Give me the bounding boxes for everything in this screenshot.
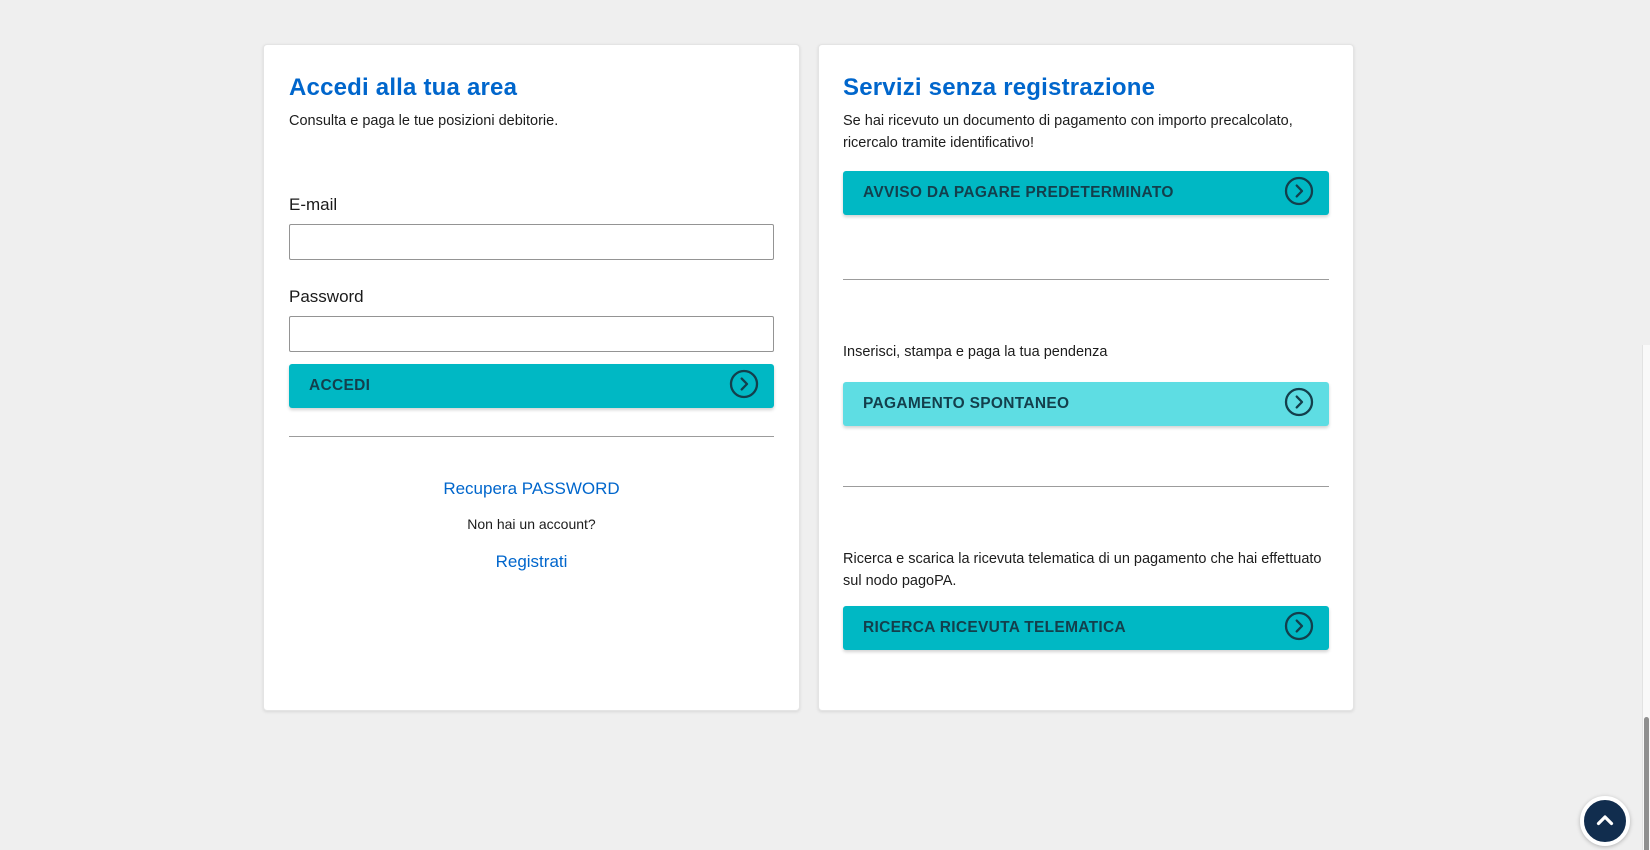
email-field[interactable] <box>289 224 774 260</box>
chevron-right-circle-icon <box>1284 611 1314 646</box>
ricerca-ricevuta-button[interactable]: RICERCA RICEVUTA TELEMATICA <box>843 606 1329 650</box>
password-field[interactable] <box>289 316 774 352</box>
password-label: Password <box>289 286 774 307</box>
login-button-label: ACCEDI <box>309 377 370 395</box>
pagamento-spontaneo-button[interactable]: PAGAMENTO SPONTANEO <box>843 382 1329 426</box>
chevron-up-icon <box>1592 808 1618 834</box>
login-card-title: Accedi alla tua area <box>289 73 774 102</box>
no-account-text: Non hai un account? <box>289 516 774 532</box>
services-divider-1 <box>843 279 1329 280</box>
register-link[interactable]: Registrati <box>496 552 568 572</box>
avviso-predeterminato-label: AVVISO DA PAGARE PREDETERMINATO <box>863 184 1174 202</box>
services-divider-2 <box>843 486 1329 487</box>
chevron-right-circle-icon <box>1284 387 1314 422</box>
services-card: Servizi senza registrazione Se hai ricev… <box>818 44 1354 711</box>
login-card-subtitle: Consulta e paga le tue posizioni debitor… <box>289 110 774 132</box>
chevron-right-circle-icon <box>729 369 759 404</box>
email-label: E-mail <box>289 194 774 215</box>
scrollbar-track[interactable] <box>1642 345 1650 850</box>
ricerca-ricevuta-label: RICERCA RICEVUTA TELEMATICA <box>863 619 1126 637</box>
service-description-2: Inserisci, stampa e paga la tua pendenza <box>843 341 1329 363</box>
pagamento-spontaneo-label: PAGAMENTO SPONTANEO <box>863 395 1069 413</box>
scroll-to-top-button[interactable] <box>1580 796 1630 846</box>
avviso-predeterminato-button[interactable]: AVVISO DA PAGARE PREDETERMINATO <box>843 171 1329 215</box>
scrollbar-thumb[interactable] <box>1644 717 1649 850</box>
services-card-title: Servizi senza registrazione <box>843 73 1329 102</box>
service-description-3: Ricerca e scarica la ricevuta telematica… <box>843 548 1323 592</box>
service-description-1: Se hai ricevuto un documento di pagament… <box>843 110 1313 154</box>
login-card: Accedi alla tua area Consulta e paga le … <box>263 44 800 711</box>
chevron-right-circle-icon <box>1284 176 1314 211</box>
recover-password-link[interactable]: Recupera PASSWORD <box>443 479 619 499</box>
login-button[interactable]: ACCEDI <box>289 364 774 408</box>
